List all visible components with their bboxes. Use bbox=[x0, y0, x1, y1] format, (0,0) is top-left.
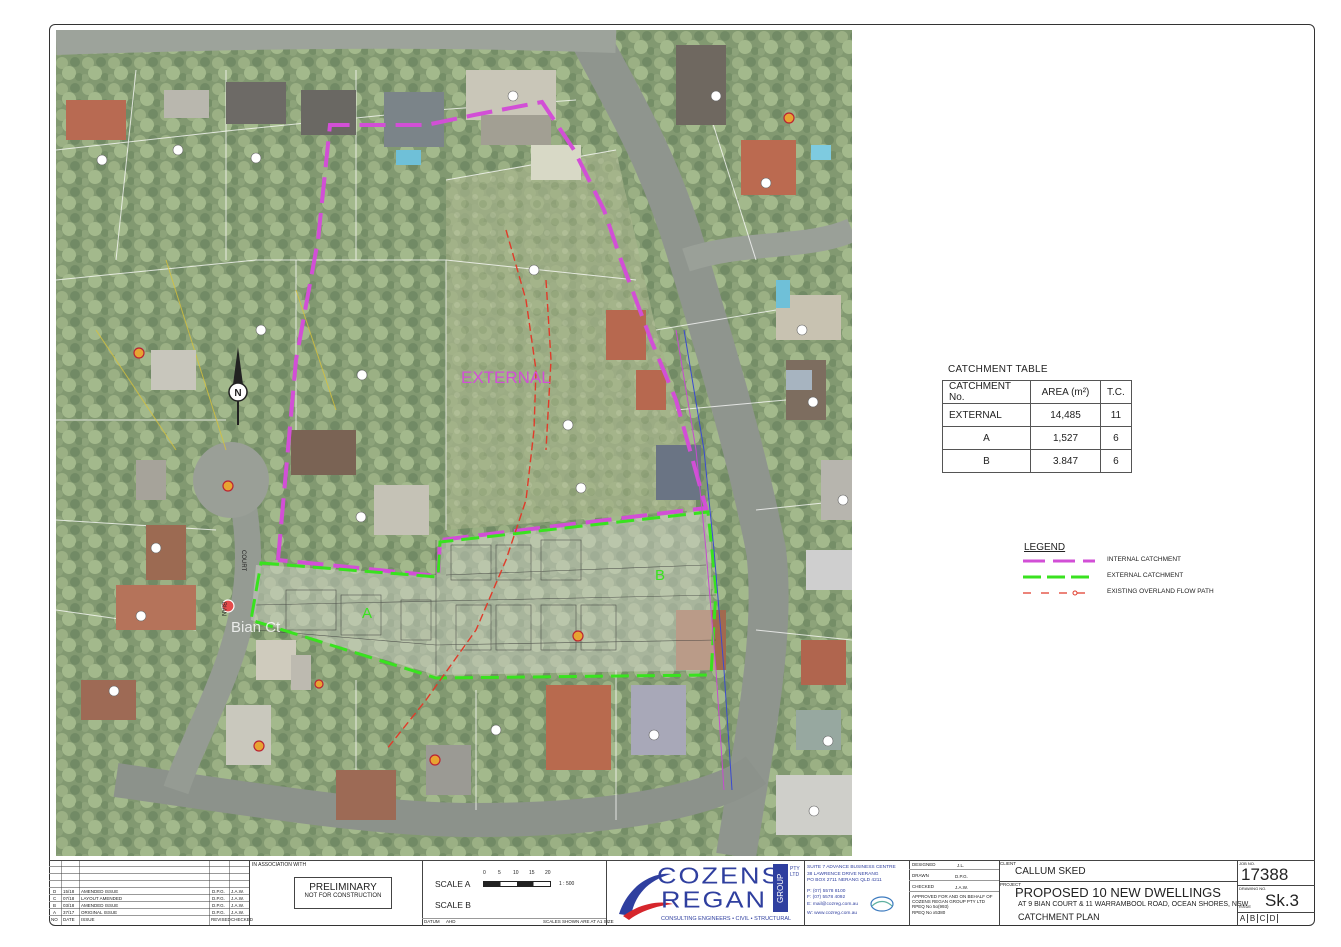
legend-item-internal: INTERNAL CATCHMENT bbox=[1023, 555, 1243, 567]
legend-item-external: EXTERNAL CATCHMENT bbox=[1023, 571, 1243, 583]
legend-label: EXISTING OVERLAND FLOW PATH bbox=[1107, 588, 1214, 595]
header-area: AREA (m²) bbox=[1030, 380, 1101, 404]
road-label-court: COURT bbox=[240, 550, 246, 572]
in-association-label: IN ASSOCIATION WITH bbox=[252, 862, 307, 868]
company-logo: COZENS REGAN GROUP PTY LTD CONSULTING EN… bbox=[609, 863, 804, 924]
catchment-table-header: CATCHMENT No. AREA (m²) T.C. bbox=[942, 380, 1132, 404]
company-name-bottom: REGAN bbox=[661, 887, 768, 913]
title-block: D 15/18 AMENDED ISSUE D.P.G. J.A.W. C 07… bbox=[49, 860, 1315, 926]
row-area: 14,485 bbox=[1030, 403, 1101, 427]
legend-item-overland: EXISTING OVERLAND FLOW PATH bbox=[1023, 587, 1243, 599]
company-pty: PTY LTD bbox=[790, 866, 800, 878]
header-catchment-no: CATCHMENT No. bbox=[942, 380, 1031, 404]
row-tc: 11 bbox=[1100, 403, 1132, 427]
row-catchment: B bbox=[942, 449, 1031, 473]
table-row: A 1,527 6 bbox=[942, 426, 1132, 450]
scale-ratio: 1 : 500 bbox=[559, 881, 575, 887]
cul-de-sac bbox=[193, 442, 269, 518]
company-tagline: CONSULTING ENGINEERS • CIVIL • STRUCTURA… bbox=[661, 916, 792, 922]
street-name-overlay: Bian Ct bbox=[231, 619, 281, 636]
job-number: 17388 bbox=[1241, 865, 1289, 884]
row-catchment: EXTERNAL bbox=[942, 403, 1031, 427]
legend-label: EXTERNAL CATCHMENT bbox=[1107, 572, 1184, 579]
table-row: B 3.847 6 bbox=[942, 449, 1132, 473]
project-address: AT 9 BIAN COURT & 11 WARRAMBOOL ROAD, OC… bbox=[1018, 901, 1249, 908]
road-label-bian: BIAN bbox=[220, 602, 226, 616]
aerial-catchment-map: N EXTERNAL A B COURT BIAN Bian Ct bbox=[56, 30, 852, 856]
legend-label: INTERNAL CATCHMENT bbox=[1107, 556, 1182, 563]
catchment-table-caption: CATCHMENT TABLE bbox=[948, 364, 1048, 375]
scale-b-label: SCALE B bbox=[435, 900, 471, 910]
catchment-b-label: B bbox=[655, 567, 665, 584]
preliminary-box: PRELIMINARY NOT FOR CONSTRUCTION bbox=[294, 877, 392, 909]
catchment-a-label: A bbox=[362, 605, 372, 622]
company-name-top: COZENS bbox=[657, 863, 782, 889]
issue-letters: ABCD bbox=[1238, 914, 1308, 923]
project-title: PROPOSED 10 NEW DWELLINGS bbox=[1015, 885, 1221, 900]
client-name: CALLUM SKED bbox=[1015, 866, 1086, 877]
legend-title: LEGEND bbox=[1024, 542, 1066, 553]
header-tc: T.C. bbox=[1100, 380, 1132, 404]
external-catchment-label: EXTERNAL bbox=[461, 368, 551, 387]
datum-label: DATUM bbox=[424, 919, 440, 924]
row-area: 3.847 bbox=[1030, 449, 1101, 473]
drawing-number: Sk.3 bbox=[1265, 891, 1300, 910]
table-row: EXTERNAL 14,485 11 bbox=[942, 403, 1132, 427]
drawing-no-label: DRAWING NO. bbox=[1239, 886, 1267, 891]
north-label: N bbox=[234, 388, 241, 399]
client-label: CLIENT bbox=[1000, 861, 1017, 866]
drawing-title: CATCHMENT PLAN bbox=[1018, 912, 1100, 922]
catchment-table: CATCHMENT No. AREA (m²) T.C. EXTERNAL 14… bbox=[942, 380, 1132, 473]
consult-australia-logo-icon bbox=[870, 896, 894, 912]
company-group-badge: GROUP bbox=[773, 864, 788, 912]
row-catchment: A bbox=[942, 426, 1031, 450]
row-tc: 6 bbox=[1100, 449, 1132, 473]
preliminary-label: PRELIMINARY bbox=[309, 882, 377, 893]
not-for-construction-label: NOT FOR CONSTRUCTION bbox=[304, 893, 382, 899]
issue-label: ISSUE bbox=[1239, 904, 1252, 909]
designer-fields: DESIGNED J.L. DRAWN D.P.G. CHECKED J.A.W… bbox=[909, 860, 999, 926]
row-tc: 6 bbox=[1100, 426, 1132, 450]
road-top bbox=[56, 30, 617, 55]
row-area: 1,527 bbox=[1030, 426, 1101, 450]
scale-a-label: SCALE A bbox=[435, 879, 471, 889]
datum-value: AHD bbox=[446, 919, 456, 924]
scales-note: SCALES SHOWN ARE AT A1 SIZE bbox=[543, 919, 614, 924]
